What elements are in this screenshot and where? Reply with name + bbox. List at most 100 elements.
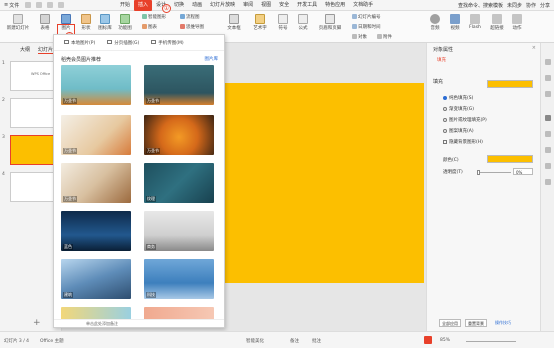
select-icon[interactable]: [545, 91, 551, 97]
add-slide-button[interactable]: +: [33, 318, 41, 328]
object-button[interactable]: 对象: [352, 34, 367, 40]
tips-link[interactable]: 操作技巧: [493, 319, 513, 327]
picture-tile[interactable]: 万圣节: [144, 115, 214, 155]
properties-icon[interactable]: [545, 59, 551, 65]
picture-tile[interactable]: 纹理: [144, 163, 214, 203]
fill-color-dropdown[interactable]: [487, 80, 533, 88]
picture-tile[interactable]: 万圣节: [61, 163, 131, 203]
picture-fill-radio[interactable]: 图片或纹理填充(P): [443, 117, 487, 123]
picture-tile[interactable]: 蓝色: [61, 211, 131, 251]
collab-button[interactable]: 协作: [526, 2, 536, 9]
print-icon[interactable]: [36, 2, 43, 8]
transition-icon[interactable]: [545, 147, 551, 153]
zoom-level[interactable]: 85%: [440, 338, 450, 343]
slide-number-button[interactable]: 幻灯片编号: [352, 14, 381, 20]
quick-access-toolbar: [25, 2, 65, 8]
formula-button[interactable]: 公式: [294, 12, 312, 31]
share-button[interactable]: 分享: [540, 2, 550, 9]
fill-panel-icon[interactable]: [545, 115, 551, 121]
object-label: 对象: [358, 35, 367, 40]
art-text-button[interactable]: 艺术字: [248, 12, 272, 31]
apply-all-button[interactable]: 全部应用: [439, 319, 461, 327]
icon-library-label: 图标库: [98, 26, 112, 31]
symbol-button[interactable]: 符号: [274, 12, 292, 31]
picture-library-link[interactable]: 图片库: [205, 56, 219, 62]
redo-icon[interactable]: [58, 2, 65, 8]
tab-security[interactable]: 安全: [275, 0, 293, 11]
mind-map-button[interactable]: 思维导图: [180, 24, 204, 30]
notes-button[interactable]: 备注: [290, 338, 299, 344]
video-button[interactable]: 视频: [446, 12, 464, 31]
sync-status[interactable]: 未同步: [507, 2, 522, 9]
fill-section-header[interactable]: 填充: [433, 78, 443, 85]
tab-outline[interactable]: 大纲: [20, 46, 30, 54]
tab-slideshow[interactable]: 幻灯片放映: [206, 0, 239, 11]
tab-transition[interactable]: 切换: [170, 0, 188, 11]
tab-home[interactable]: 开始: [116, 0, 134, 11]
local-picture-option[interactable]: 本地图片(P): [64, 40, 95, 46]
transparency-slider[interactable]: [477, 172, 511, 173]
tab-features[interactable]: 特色应用: [321, 0, 349, 11]
color-dropdown[interactable]: [487, 155, 533, 163]
zoom-slider[interactable]: [466, 341, 516, 342]
theme-name: Office 主题: [40, 339, 64, 344]
backup-icon[interactable]: [545, 179, 551, 185]
transparency-slider-handle[interactable]: [477, 170, 480, 175]
style-icon[interactable]: [545, 75, 551, 81]
gradient-fill-radio[interactable]: 渐变填充(G): [443, 106, 474, 112]
hide-background-checkbox[interactable]: 隐藏背景图形(H): [443, 139, 483, 145]
play-icon[interactable]: [424, 336, 432, 344]
phone-picture-option[interactable]: 手机传图(M): [151, 40, 184, 46]
table-button[interactable]: 表格: [36, 12, 54, 31]
picture-tile[interactable]: 建筑: [61, 259, 131, 299]
file-menu[interactable]: ≡ 文件: [4, 2, 19, 9]
tab-review[interactable]: 审阅: [239, 0, 257, 11]
shape-button[interactable]: 形状: [77, 12, 95, 31]
close-icon[interactable]: ×: [532, 45, 536, 51]
reset-background-button[interactable]: 重置背景: [465, 319, 487, 327]
tab-doc-helper[interactable]: 文档助手: [349, 0, 377, 11]
function-chart-button[interactable]: 功能图: [116, 12, 134, 31]
picture-tile[interactable]: 商务: [144, 211, 214, 251]
datetime-button[interactable]: 日期和时间: [352, 24, 381, 30]
shape-icon[interactable]: [545, 163, 551, 169]
save-icon[interactable]: [25, 2, 32, 8]
new-slide-button[interactable]: 新建幻灯片: [4, 12, 32, 31]
local-picture-label: 本地图片(P): [71, 40, 96, 46]
icon-library-button[interactable]: 图标库: [96, 12, 114, 31]
audio-button[interactable]: 音频: [426, 12, 444, 31]
tab-fill[interactable]: 填充: [437, 57, 446, 63]
picture-tile[interactable]: 万圣节: [61, 65, 131, 105]
search-box[interactable]: 查找命令、搜索模板: [458, 2, 503, 9]
pattern-fill-radio[interactable]: 图案填充(A): [443, 128, 474, 134]
hyperlink-button[interactable]: 超链接: [488, 12, 506, 31]
solid-fill-radio[interactable]: 纯色填充(S): [443, 95, 473, 101]
undo-icon[interactable]: [47, 2, 54, 8]
action-button[interactable]: 动作: [508, 12, 526, 31]
smart-beautify-button[interactable]: 智能美化: [246, 338, 264, 344]
header-footer-label: 页眉和页脚: [318, 26, 342, 31]
tab-animation[interactable]: 动画: [188, 0, 206, 11]
transparency-input[interactable]: 0%: [513, 168, 533, 175]
picture-fill-label: 图片或纹理填充(P): [449, 118, 487, 123]
radio-icon: [443, 96, 447, 100]
header-footer-button[interactable]: 页眉和页脚: [316, 12, 344, 31]
tab-view[interactable]: 视图: [257, 0, 275, 11]
animation-icon[interactable]: [545, 131, 551, 137]
picture-tile[interactable]: 万圣节: [61, 115, 131, 155]
picture-tile[interactable]: 万圣节: [144, 65, 214, 105]
tab-slides[interactable]: 幻灯片: [38, 46, 54, 54]
comments-button[interactable]: 批注: [312, 338, 321, 344]
picture-tile[interactable]: 科技: [144, 259, 214, 299]
flowchart-button[interactable]: 流程图: [180, 14, 200, 20]
notes-placeholder[interactable]: 单击此处添加备注: [54, 319, 224, 327]
flash-button[interactable]: Flash: [466, 12, 484, 30]
picture-tile-label: 蓝色: [63, 244, 73, 250]
textbox-button[interactable]: 文本框: [222, 12, 246, 31]
tab-developer[interactable]: 开发工具: [293, 0, 321, 11]
attachment-button[interactable]: 附件: [377, 34, 392, 40]
tab-insert[interactable]: 插入: [134, 0, 153, 11]
smart-art-button[interactable]: 智能图形: [142, 14, 166, 20]
paged-picture-option[interactable]: 分页插图(G): [107, 40, 139, 46]
chart-button[interactable]: 图表: [142, 24, 157, 30]
